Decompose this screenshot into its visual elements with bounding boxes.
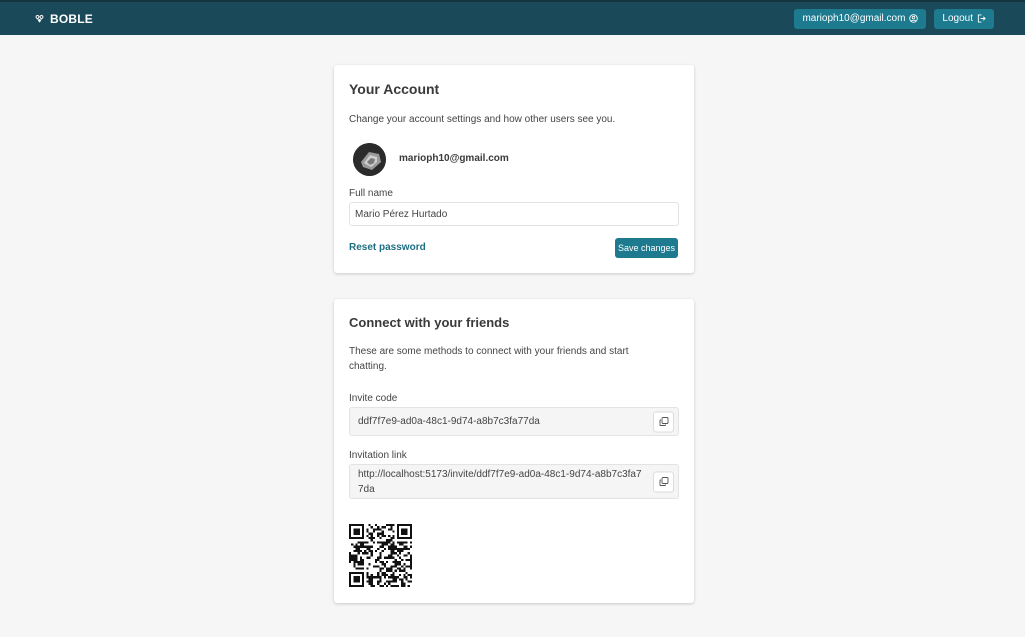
connect-card: Connect with your friends These are some… [334,299,694,603]
save-changes-button[interactable]: Save changes [615,238,678,258]
invitation-link-label: Invitation link [349,450,407,461]
connect-description: These are some methods to connect with y… [349,346,629,372]
account-card: Your Account Change your account setting… [334,65,694,273]
brand-logo[interactable]: BOBLE [35,12,93,26]
copy-invitation-link-button[interactable] [653,471,674,492]
hearts-icon [35,14,44,23]
user-menu-button[interactable]: marioph10@gmail.com [794,8,927,29]
top-navbar: BOBLE marioph10@gmail.com Logout [0,0,1025,35]
invite-code-value: ddf7f7e9-ad0a-48c1-9d74-a8b7c3fa77da [358,416,540,427]
full-name-label: Full name [349,188,393,199]
logout-button[interactable]: Logout [934,8,994,29]
full-name-input[interactable]: Mario Pérez Hurtado [349,202,679,226]
qr-code [349,524,412,587]
account-title: Your Account [349,81,440,97]
full-name-value: Mario Pérez Hurtado [355,208,448,220]
invite-code-field[interactable]: ddf7f7e9-ad0a-48c1-9d74-a8b7c3fa77da [349,407,679,436]
avatar [353,143,386,176]
brand-name: BOBLE [50,11,93,26]
invitation-link-field[interactable]: http://localhost:5173/invite/ddf7f7e9-ad… [349,464,679,499]
invitation-link-value: http://localhost:5173/invite/ddf7f7e9-ad… [358,468,642,495]
reset-password-link[interactable]: Reset password [349,242,426,253]
account-email: marioph10@gmail.com [399,153,509,164]
invite-code-label: Invite code [349,393,398,404]
user-email-label: marioph10@gmail.com [802,13,906,24]
account-description: Change your account settings and how oth… [349,114,616,125]
copy-icon [659,477,668,486]
logout-label: Logout [942,13,973,24]
copy-invite-code-button[interactable] [653,411,674,432]
copy-icon [659,417,668,426]
connect-title: Connect with your friends [349,315,510,330]
navbar-actions: marioph10@gmail.com Logout [794,8,994,29]
logout-icon [977,14,986,23]
user-circle-icon [909,14,919,23]
